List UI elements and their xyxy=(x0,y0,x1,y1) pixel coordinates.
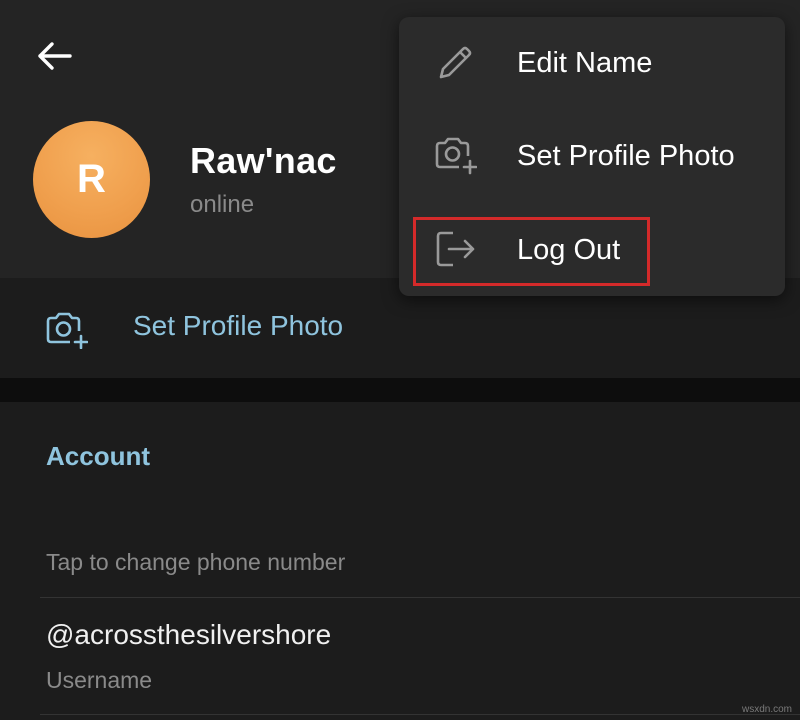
set-profile-photo-label[interactable]: Set Profile Photo xyxy=(133,310,343,342)
menu-item-label: Edit Name xyxy=(517,47,653,79)
pencil-icon xyxy=(439,46,472,79)
menu-item-label: Set Profile Photo xyxy=(517,140,735,172)
account-section-title: Account xyxy=(46,441,150,471)
watermark: wsxdn.com xyxy=(742,704,793,715)
section-divider xyxy=(0,378,800,402)
profile-status: online xyxy=(190,191,255,218)
row-divider xyxy=(40,714,800,715)
camera-plus-icon xyxy=(435,137,477,175)
username-label: Username xyxy=(46,667,153,693)
profile-name: Raw'nac xyxy=(190,140,337,181)
avatar-initial: R xyxy=(77,157,106,201)
log-out-highlight xyxy=(413,217,650,286)
username-value[interactable]: @acrossthesilvershore xyxy=(46,619,331,651)
phone-number-hint[interactable]: Tap to change phone number xyxy=(46,549,345,576)
row-divider xyxy=(40,597,800,598)
menu-item-set-profile-photo[interactable]: Set Profile Photo xyxy=(399,110,785,202)
back-button[interactable] xyxy=(30,32,78,80)
avatar[interactable]: R xyxy=(33,121,150,238)
arrow-left-icon xyxy=(38,42,72,70)
camera-plus-icon xyxy=(46,312,88,349)
menu-item-edit-name[interactable]: Edit Name xyxy=(399,17,785,109)
